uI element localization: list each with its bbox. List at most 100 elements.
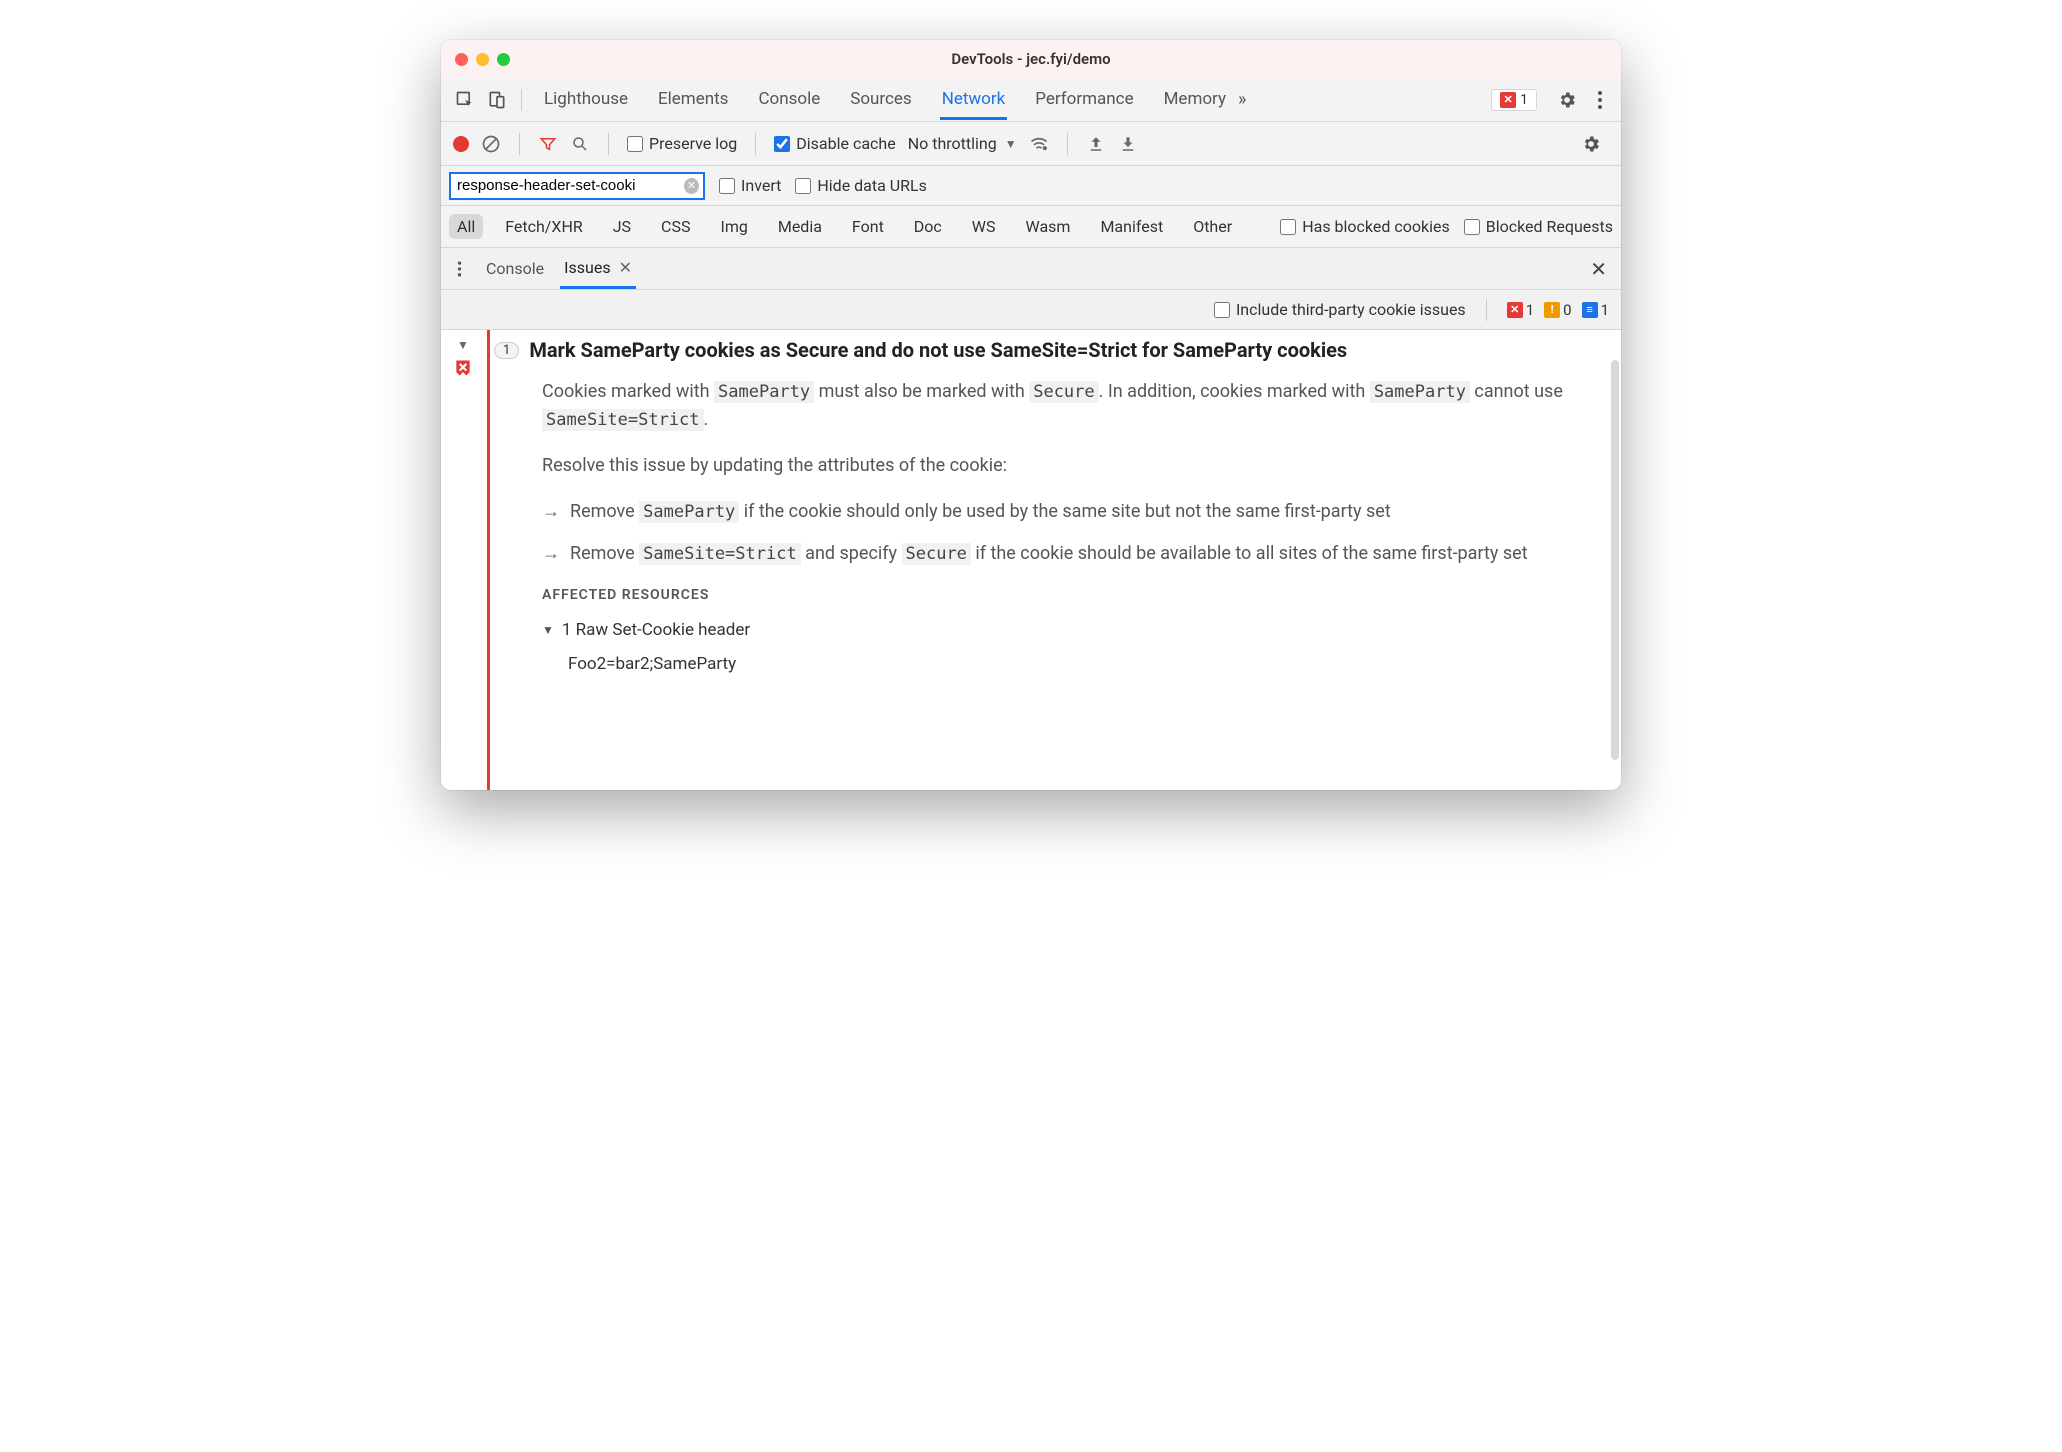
- include-third-party-input[interactable]: [1214, 302, 1230, 318]
- separator: [755, 133, 756, 155]
- type-font[interactable]: Font: [844, 214, 892, 239]
- separator: [1067, 133, 1068, 155]
- clear-filter-icon[interactable]: ✕: [684, 178, 699, 194]
- tab-performance[interactable]: Performance: [1033, 79, 1135, 120]
- code-sameparty: SameParty: [639, 501, 739, 523]
- affected-resource-row[interactable]: ▼ 1 Raw Set-Cookie header: [542, 617, 1583, 643]
- kebab-menu-icon[interactable]: [1589, 90, 1611, 110]
- code-secure: Secure: [902, 543, 971, 565]
- network-conditions-icon[interactable]: [1029, 134, 1049, 154]
- type-media[interactable]: Media: [770, 214, 830, 239]
- window-title: DevTools - jec.fyi/demo: [441, 50, 1621, 68]
- drawer-tab-console[interactable]: Console: [482, 250, 548, 287]
- disable-cache-checkbox[interactable]: Disable cache: [774, 134, 895, 153]
- drawer-kebab-icon[interactable]: [449, 260, 470, 278]
- separator: [521, 89, 522, 111]
- invert-checkbox[interactable]: Invert: [719, 176, 781, 195]
- download-har-icon[interactable]: [1118, 134, 1138, 154]
- tab-sources[interactable]: Sources: [848, 79, 913, 120]
- drawer-tab-issues[interactable]: Issues ✕: [560, 249, 636, 289]
- tab-lighthouse[interactable]: Lighthouse: [542, 79, 630, 120]
- code-secure: Secure: [1029, 381, 1098, 403]
- minimize-window-button[interactable]: [476, 53, 489, 66]
- preserve-log-checkbox[interactable]: Preserve log: [627, 134, 737, 153]
- separator: [608, 133, 609, 155]
- error-badge-icon: ✕: [1507, 302, 1523, 318]
- disable-cache-input[interactable]: [774, 136, 790, 152]
- traffic-lights: [455, 53, 510, 66]
- type-img[interactable]: Img: [712, 214, 755, 239]
- type-js[interactable]: JS: [605, 214, 639, 239]
- blocked-requests-checkbox[interactable]: Blocked Requests: [1464, 217, 1613, 236]
- arrow-icon: →: [542, 498, 560, 526]
- hide-data-urls-input[interactable]: [795, 178, 811, 194]
- code-samesite-strict: SameSite=Strict: [639, 543, 801, 565]
- error-counter[interactable]: ✕1: [1507, 301, 1534, 319]
- warning-count: 0: [1563, 301, 1571, 319]
- raw-header-label: 1 Raw Set-Cookie header: [562, 617, 750, 643]
- has-blocked-cookies-checkbox[interactable]: Has blocked cookies: [1280, 217, 1450, 236]
- tab-network[interactable]: Network: [940, 79, 1008, 120]
- type-manifest[interactable]: Manifest: [1092, 214, 1171, 239]
- has-blocked-cookies-label: Has blocked cookies: [1302, 217, 1450, 236]
- affected-resources-heading: AFFECTED RESOURCES: [542, 585, 1583, 607]
- issue-title: Mark SameParty cookies as Secure and do …: [529, 338, 1347, 362]
- type-other[interactable]: Other: [1185, 214, 1240, 239]
- include-third-party-checkbox[interactable]: Include third-party cookie issues: [1214, 300, 1466, 319]
- preserve-log-input[interactable]: [627, 136, 643, 152]
- close-drawer-icon[interactable]: ✕: [1584, 257, 1613, 281]
- invert-input[interactable]: [719, 178, 735, 194]
- close-window-button[interactable]: [455, 53, 468, 66]
- record-button[interactable]: [453, 136, 469, 152]
- type-ws[interactable]: WS: [964, 214, 1004, 239]
- inspect-element-icon[interactable]: [451, 86, 479, 114]
- issue-header[interactable]: 1 Mark SameParty cookies as Secure and d…: [494, 338, 1603, 362]
- code-sameparty: SameParty: [714, 381, 814, 403]
- error-icon: ✕: [1500, 92, 1516, 108]
- blocked-requests-input[interactable]: [1464, 219, 1480, 235]
- issue-counters: ✕1 !0 ≡1: [1507, 301, 1609, 319]
- type-doc[interactable]: Doc: [906, 214, 950, 239]
- info-counter[interactable]: ≡1: [1582, 301, 1609, 319]
- filter-icon[interactable]: [538, 134, 558, 154]
- device-toolbar-icon[interactable]: [483, 86, 511, 114]
- tab-console[interactable]: Console: [756, 79, 822, 120]
- hide-data-urls-checkbox[interactable]: Hide data URLs: [795, 176, 927, 195]
- issue-bullet-1: → Remove SameParty if the cookie should …: [542, 498, 1583, 526]
- clear-icon[interactable]: [481, 134, 501, 154]
- has-blocked-cookies-input[interactable]: [1280, 219, 1296, 235]
- info-count: 1: [1601, 301, 1609, 319]
- drawer-tab-console-label: Console: [486, 259, 544, 278]
- upload-har-icon[interactable]: [1086, 134, 1106, 154]
- type-css[interactable]: CSS: [653, 214, 698, 239]
- arrow-icon: →: [542, 540, 560, 568]
- tab-memory[interactable]: Memory: [1162, 79, 1228, 120]
- expand-triangle-icon[interactable]: ▼: [457, 338, 469, 352]
- titlebar: DevTools - jec.fyi/demo: [441, 40, 1621, 78]
- close-tab-icon[interactable]: ✕: [619, 258, 632, 277]
- scrollbar[interactable]: [1611, 360, 1619, 760]
- network-toolbar: Preserve log Disable cache No throttling…: [441, 122, 1621, 166]
- type-all[interactable]: All: [449, 214, 483, 239]
- type-wasm[interactable]: Wasm: [1018, 214, 1079, 239]
- info-badge-icon: ≡: [1582, 302, 1598, 318]
- issue-gutter: ▼: [441, 330, 485, 790]
- network-settings-gear-icon[interactable]: [1573, 134, 1609, 154]
- warning-counter[interactable]: !0: [1544, 301, 1571, 319]
- filter-text-input[interactable]: [457, 177, 684, 194]
- expand-triangle-icon[interactable]: ▼: [542, 621, 554, 640]
- type-fetch-xhr[interactable]: Fetch/XHR: [497, 214, 591, 239]
- throttling-select[interactable]: No throttling ▼: [908, 134, 1017, 153]
- tab-elements[interactable]: Elements: [656, 79, 730, 120]
- dropdown-triangle-icon: ▼: [1005, 137, 1017, 151]
- maximize-window-button[interactable]: [497, 53, 510, 66]
- issues-toolbar: Include third-party cookie issues ✕1 !0 …: [441, 290, 1621, 330]
- more-tabs-chevron-icon[interactable]: »: [1232, 89, 1252, 110]
- error-count-badge[interactable]: ✕ 1: [1491, 89, 1537, 111]
- main-tabbar: Lighthouse Elements Console Sources Netw…: [441, 78, 1621, 122]
- warning-badge-icon: !: [1544, 302, 1560, 318]
- search-icon[interactable]: [570, 134, 590, 154]
- filter-field[interactable]: ✕: [449, 172, 705, 200]
- issue-paragraph-1: Cookies marked with SameParty must also …: [542, 378, 1583, 434]
- settings-gear-icon[interactable]: [1549, 90, 1585, 110]
